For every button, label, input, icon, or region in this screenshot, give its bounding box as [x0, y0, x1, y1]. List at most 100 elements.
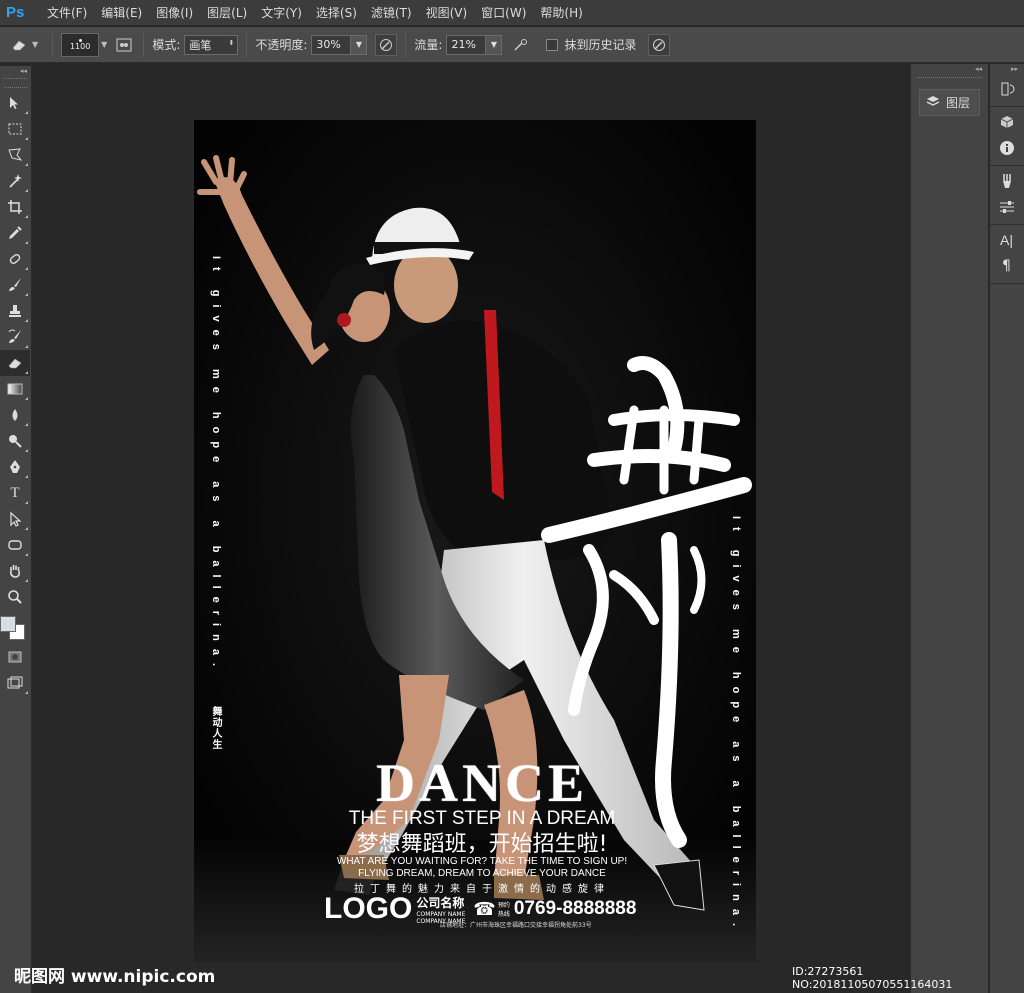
menu-window[interactable]: 窗口(W) — [474, 0, 533, 26]
menu-file[interactable]: 文件(F) — [40, 0, 94, 26]
erase-to-history-checkbox[interactable] — [546, 38, 559, 51]
history-brush-tool-icon[interactable] — [0, 324, 30, 350]
panel-group — [990, 166, 1024, 225]
company-name-cn: 公司名称 — [416, 895, 465, 910]
divider — [143, 32, 145, 57]
brush-size-value: 1100 — [69, 41, 91, 51]
menu-view[interactable]: 视图(V) — [419, 0, 475, 26]
vertical-cn-label: 舞动人生 — [210, 706, 221, 750]
opacity-label: 不透明度: — [255, 38, 308, 52]
eyedropper-tool-icon[interactable] — [0, 220, 30, 246]
clone-stamp-tool-icon[interactable] — [0, 298, 30, 324]
opacity-dropdown-icon[interactable]: ▼ — [351, 34, 368, 55]
blur-tool-icon[interactable] — [0, 402, 30, 428]
eraser-tool-icon[interactable] — [0, 350, 30, 376]
move-tool-icon[interactable] — [0, 90, 30, 116]
crop-tool-icon[interactable] — [0, 194, 30, 220]
options-bar: ▼ 1100 ▼ 模式: 画笔 ⬍ 不透明度: 30% ▼ 流量: 21% ▼ … — [0, 27, 1024, 63]
pen-tool-icon[interactable] — [0, 454, 30, 480]
menu-help[interactable]: 帮助(H) — [533, 0, 589, 26]
poster-en-line-1: WHAT ARE YOU WAITING FOR? TAKE THE TIME … — [336, 856, 628, 867]
layers-panel-button[interactable]: 图层 — [919, 89, 980, 116]
flow-dropdown-icon[interactable]: ▼ — [486, 34, 503, 55]
magic-wand-tool-icon[interactable] — [0, 168, 30, 194]
brush-presets-panel-icon[interactable] — [990, 168, 1023, 194]
panel-icon-dock: ▸▸ A| ¶ — [989, 64, 1024, 993]
poster-title: DANCE — [375, 753, 588, 813]
dodge-tool-icon[interactable] — [0, 428, 30, 454]
expand-icon[interactable]: ▸▸ — [990, 64, 1024, 74]
company-name-en-1: COMPANY NAME — [416, 910, 466, 918]
brush-size-picker[interactable]: 1100 — [61, 32, 100, 57]
document-canvas[interactable]: It gives me hope as a ballerina. 舞动人生 It… — [194, 120, 756, 962]
brush-panel-toggle-icon[interactable] — [113, 34, 135, 56]
type-tool-icon[interactable]: T — [0, 480, 30, 506]
gradient-tool-icon[interactable] — [0, 376, 30, 402]
airbrush-icon[interactable] — [510, 34, 532, 56]
poster-cn-slogan: 梦想舞蹈班，开始招生啦! — [356, 832, 608, 857]
menu-image[interactable]: 图像(I) — [149, 0, 200, 26]
mode-select[interactable]: 画笔 ⬍ — [184, 34, 239, 55]
canvas-area[interactable]: It gives me hope as a ballerina. 舞动人生 It… — [33, 64, 909, 993]
divider — [405, 32, 407, 57]
opacity-input[interactable]: 30% — [311, 34, 352, 55]
paragraph-panel-icon[interactable]: ¶ — [990, 253, 1023, 279]
menu-filter[interactable]: 滤镜(T) — [364, 0, 419, 26]
foreground-color-swatch[interactable] — [0, 616, 16, 632]
color-swatches[interactable] — [0, 610, 30, 644]
flow-input[interactable]: 21% — [446, 34, 487, 55]
divider — [246, 32, 248, 57]
panel-group — [990, 74, 1024, 107]
vertical-slogan-left: It gives me hope as a ballerina. — [210, 256, 222, 675]
collapse-icon[interactable]: ◂◂ — [0, 66, 31, 76]
mode-label: 模式: — [152, 38, 181, 52]
menu-bar: Ps 文件(F) 编辑(E) 图像(I) 图层(L) 文字(Y) 选择(S) 滤… — [0, 0, 1024, 26]
character-panel-icon[interactable]: A| — [990, 227, 1023, 253]
layers-panel-label: 图层 — [946, 96, 971, 110]
menu-edit[interactable]: 编辑(E) — [94, 0, 149, 26]
shape-tool-icon[interactable] — [0, 532, 30, 558]
healing-brush-tool-icon[interactable] — [0, 246, 30, 272]
hotline-line-2: 热线 — [497, 911, 510, 918]
divider — [52, 32, 54, 57]
updown-arrow-icon: ⬍ — [228, 38, 235, 47]
adjustments-panel-icon[interactable] — [990, 194, 1023, 220]
eraser-tool-preset-icon[interactable] — [8, 34, 30, 56]
3d-panel-icon[interactable] — [990, 109, 1023, 135]
path-selection-tool-icon[interactable] — [0, 506, 30, 532]
history-panel-icon[interactable] — [990, 76, 1023, 102]
lasso-tool-icon[interactable] — [0, 142, 30, 168]
panel-grip[interactable] — [4, 78, 27, 88]
panel-group: A| ¶ — [990, 225, 1024, 284]
brush-tool-icon[interactable] — [0, 272, 30, 298]
pressure-size-icon[interactable] — [648, 33, 671, 56]
menu-layer[interactable]: 图层(L) — [200, 0, 254, 26]
poster-en-line-2: FLYING DREAM, DREAM TO ACHIEVE YOUR DANC… — [358, 868, 606, 879]
poster-logo: LOGO — [324, 892, 413, 925]
chevron-down-icon[interactable]: ▼ — [101, 40, 107, 49]
zoom-tool-icon[interactable] — [0, 584, 30, 610]
poster-address: 店铺地址：广州市海珠区幸福路口交接幸福拐角处前33号 — [440, 922, 592, 929]
erase-to-history-label: 抹到历史记录 — [564, 38, 637, 52]
marquee-tool-icon[interactable] — [0, 116, 30, 142]
menu-select[interactable]: 选择(S) — [309, 0, 364, 26]
vertical-slogan-right: It gives me hope as a ballerina. — [730, 516, 742, 935]
quick-mask-icon[interactable] — [0, 644, 30, 670]
screen-mode-icon[interactable] — [0, 670, 30, 696]
info-panel-icon[interactable] — [990, 135, 1023, 161]
panel-group — [990, 107, 1024, 166]
flow-label: 流量: — [414, 38, 443, 52]
hotline-label: 预约 热线 — [498, 900, 510, 918]
phone-number: 0769-8888888 — [513, 898, 637, 919]
pressure-opacity-icon[interactable] — [375, 33, 398, 56]
layers-icon — [926, 95, 940, 111]
tools-panel: ◂◂ T — [0, 66, 32, 993]
menu-type[interactable]: 文字(Y) — [254, 0, 309, 26]
chevron-down-icon[interactable]: ▼ — [32, 40, 38, 49]
panel-dock: ◂◂ 图层 — [910, 64, 988, 993]
collapse-icon[interactable]: ◂◂ — [911, 64, 988, 74]
watermark-id: ID:27273561 NO:20181105070551164031 — [792, 965, 953, 991]
phone-icon: ☎ — [473, 898, 496, 920]
hand-tool-icon[interactable] — [0, 558, 30, 584]
panel-grip[interactable] — [917, 77, 982, 83]
